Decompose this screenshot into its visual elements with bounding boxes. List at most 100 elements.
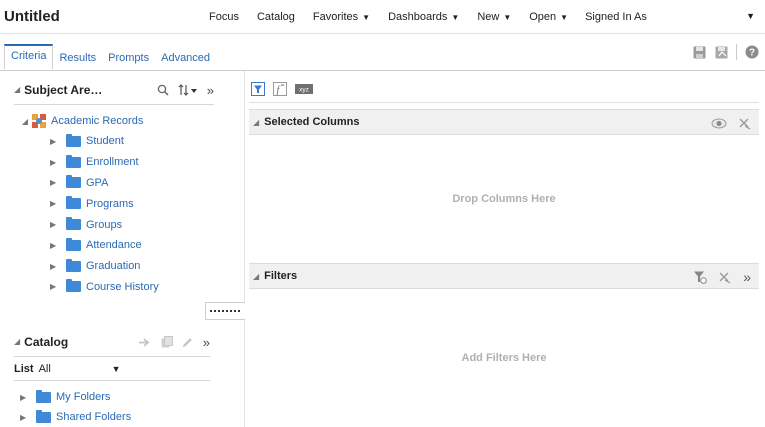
- collapse-triangle-icon[interactable]: ◢: [253, 272, 259, 281]
- save-as-icon[interactable]: [714, 45, 728, 59]
- global-nav: Focus Catalog Favorites ▼ Dashboards ▼ New…: [200, 0, 656, 34]
- tree-root-academic-records[interactable]: ◢ Academic Records: [14, 111, 214, 131]
- expand-triangle-icon[interactable]: ▶: [50, 241, 60, 250]
- tab-prompts[interactable]: Prompts: [102, 47, 155, 70]
- more-options-chevrons-icon[interactable]: »: [743, 269, 751, 285]
- add-arrow-icon[interactable]: [138, 337, 152, 348]
- tab-results[interactable]: Results: [53, 47, 102, 70]
- subject-area-tree: ◢ Academic Records ▶ Student ▶ Enrollment …: [14, 111, 214, 297]
- filters-tools: »: [681, 264, 751, 290]
- pane-divider: [244, 71, 245, 427]
- nav-new[interactable]: New ▼: [468, 0, 520, 34]
- subject-areas-tools: »: [148, 75, 214, 105]
- tree-item-groups[interactable]: ▶ Groups: [14, 214, 214, 235]
- catalog-tools: »: [130, 327, 210, 357]
- chevron-down-icon: ▼: [362, 12, 371, 22]
- filters-title: Filters: [264, 270, 298, 282]
- catalog-tree: ▶ My Folders ▶ Shared Folders: [14, 381, 210, 427]
- copy-icon[interactable]: [161, 336, 173, 348]
- chevron-down-icon: ▼: [111, 363, 121, 374]
- tree-item-graduation[interactable]: ▶ Graduation: [14, 256, 214, 277]
- expand-triangle-icon[interactable]: ▶: [20, 413, 30, 422]
- criteria-editor: f xyz ◢ Selected Columns Drop Columns He…: [249, 75, 759, 427]
- list-filter-select[interactable]: All ▼: [39, 360, 121, 378]
- folder-icon: [66, 196, 81, 210]
- expand-triangle-icon[interactable]: ▶: [50, 178, 60, 187]
- filters-header: ◢ Filters »: [249, 263, 759, 289]
- sort-icon[interactable]: [178, 84, 198, 96]
- expand-triangle-icon[interactable]: ▶: [50, 199, 60, 208]
- tree-item-enrollment[interactable]: ▶ Enrollment: [14, 152, 214, 173]
- folder-icon: [66, 133, 81, 147]
- tab-criteria[interactable]: Criteria: [4, 44, 54, 70]
- filter-icon[interactable]: [251, 81, 265, 96]
- nav-favorites-label: Favorites: [312, 11, 359, 23]
- tree-item-programs[interactable]: ▶ Programs: [14, 193, 214, 214]
- nav-open[interactable]: Open ▼: [520, 0, 577, 34]
- remove-all-filters-icon[interactable]: [719, 270, 731, 284]
- folder-icon: [36, 409, 51, 423]
- pane-splitter-handle[interactable]: [205, 302, 245, 320]
- help-icon[interactable]: ?: [745, 45, 759, 59]
- toolbar-divider: [736, 44, 737, 60]
- tree-item-gpa[interactable]: ▶ GPA: [14, 173, 214, 194]
- list-filter-value: All: [38, 362, 51, 375]
- selected-columns-tools: [699, 110, 751, 136]
- folder-icon: [66, 217, 81, 231]
- expand-triangle-icon[interactable]: ▶: [50, 262, 60, 271]
- nav-favorites[interactable]: Favorites ▼: [304, 0, 379, 34]
- nav-dashboards[interactable]: Dashboards ▼: [379, 0, 468, 34]
- show-hide-eye-icon[interactable]: [711, 118, 727, 129]
- signed-in-label: Signed In As: [585, 11, 647, 23]
- create-filter-icon[interactable]: [693, 270, 708, 284]
- collapse-triangle-icon[interactable]: ◢: [14, 337, 20, 346]
- collapse-triangle-icon[interactable]: ◢: [18, 117, 32, 126]
- filters-drop-zone[interactable]: Add Filters Here: [249, 289, 759, 427]
- expand-triangle-icon[interactable]: ▶: [20, 393, 30, 402]
- tree-item-label: Enrollment: [86, 156, 139, 169]
- collapse-triangle-icon[interactable]: ◢: [253, 118, 259, 127]
- expand-panel-icon[interactable]: »: [203, 335, 210, 350]
- subject-area-icon: [32, 114, 46, 128]
- selected-columns-header: ◢ Selected Columns: [249, 109, 759, 135]
- grip-dots-icon: [209, 310, 240, 312]
- tree-item-course-history[interactable]: ▶ Course History: [14, 277, 214, 298]
- xyz-icon[interactable]: xyz: [295, 83, 313, 94]
- folder-icon: [66, 279, 81, 293]
- catalog-title: Catalog: [24, 334, 69, 349]
- tab-advanced[interactable]: Advanced: [155, 47, 216, 70]
- edit-pencil-icon[interactable]: [182, 336, 194, 348]
- criteria-toolbar: f xyz: [249, 75, 759, 103]
- tree-item-student[interactable]: ▶ Student: [14, 131, 214, 152]
- folder-icon: [66, 175, 81, 189]
- editor-tabs: Criteria Results Prompts Advanced: [0, 44, 216, 70]
- drop-columns-text: Drop Columns Here: [452, 193, 556, 205]
- user-menu-chevron-icon[interactable]: ▼: [746, 11, 755, 21]
- search-icon[interactable]: [157, 84, 169, 96]
- list-label: List: [14, 362, 34, 375]
- nav-catalog[interactable]: Catalog: [248, 0, 304, 34]
- expand-panel-icon[interactable]: »: [207, 83, 214, 98]
- svg-text:xyz: xyz: [299, 86, 309, 93]
- tab-toolbar: ?: [684, 44, 759, 60]
- expand-triangle-icon[interactable]: ▶: [50, 220, 60, 229]
- global-header: Untitled Focus Catalog Favorites ▼ Dashbo…: [0, 0, 765, 34]
- nav-focus[interactable]: Focus: [200, 0, 248, 34]
- subject-areas-header: ◢ Subject Are… »: [14, 75, 214, 105]
- catalog-item-shared-folders[interactable]: ▶ Shared Folders: [14, 407, 210, 427]
- remove-all-columns-icon[interactable]: [739, 116, 751, 130]
- catalog-list-filter: List All ▼: [14, 357, 210, 381]
- page-title: Untitled: [4, 8, 60, 25]
- tree-item-label: Graduation: [86, 260, 141, 273]
- save-icon[interactable]: [692, 45, 706, 59]
- expand-triangle-icon[interactable]: ▶: [50, 282, 60, 291]
- edit-formula-icon[interactable]: f: [273, 81, 287, 96]
- tree-item-attendance[interactable]: ▶ Attendance: [14, 235, 214, 256]
- tree-item-label: GPA: [86, 176, 109, 189]
- collapse-triangle-icon[interactable]: ◢: [14, 85, 20, 94]
- catalog-pane: ◢ Catalog » List All ▼ ▶ My Folders ▶ Shar…: [14, 327, 210, 427]
- catalog-item-my-folders[interactable]: ▶ My Folders: [14, 387, 210, 407]
- columns-drop-zone[interactable]: Drop Columns Here: [249, 135, 759, 263]
- expand-triangle-icon[interactable]: ▶: [50, 137, 60, 146]
- expand-triangle-icon[interactable]: ▶: [50, 158, 60, 167]
